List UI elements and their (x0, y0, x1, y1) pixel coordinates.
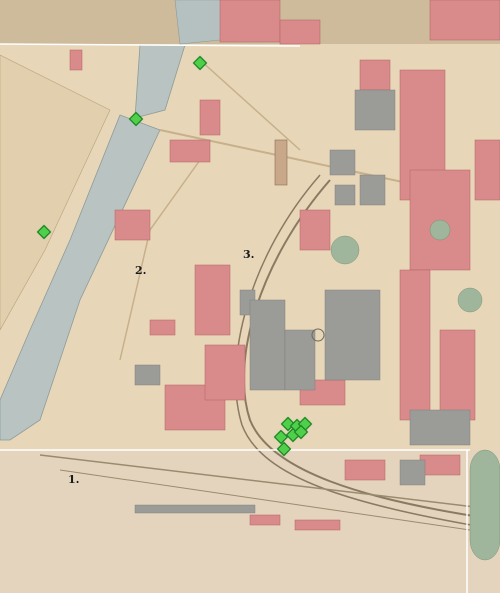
historic-city-map[interactable]: 1. 2. 3. (0, 0, 500, 593)
area-label-1: 1. (68, 473, 80, 486)
dock-pier (274, 139, 288, 186)
area-label-3: 3. (243, 248, 255, 261)
map-canvas[interactable] (0, 0, 500, 593)
area-label-2: 2. (135, 264, 147, 277)
